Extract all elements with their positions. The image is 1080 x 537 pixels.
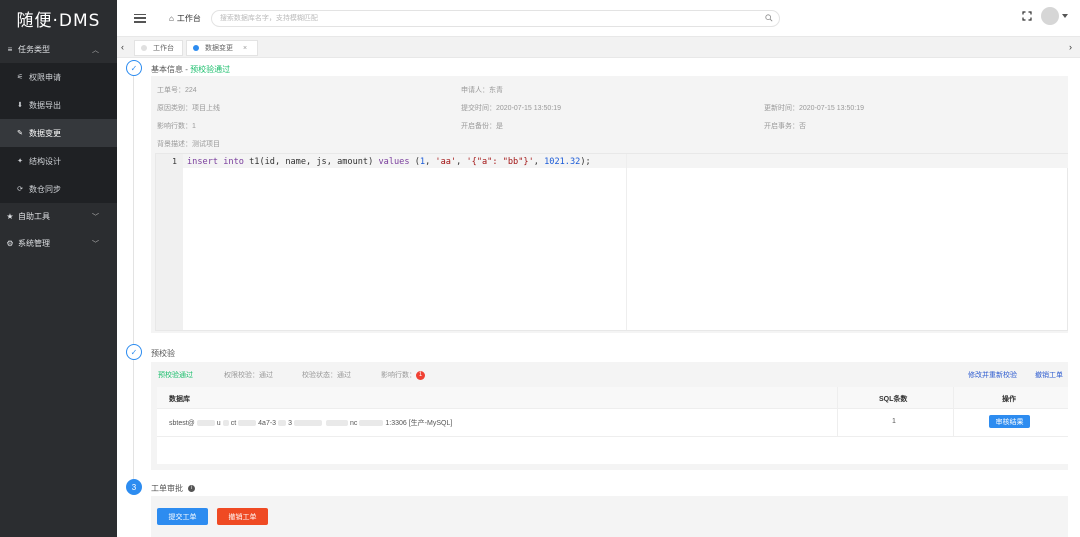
tab-data-change[interactable]: 数据变更 × — [186, 40, 258, 56]
tab-label: 工作台 — [153, 45, 174, 52]
star-icon: ★ — [6, 212, 14, 221]
download-icon: ⬇ — [17, 102, 23, 109]
editor-gutter: 1 — [156, 154, 183, 330]
table-header — [157, 387, 1068, 409]
tab-bar: ‹ 工作台 数据变更 × › — [117, 36, 1080, 58]
affected-rows: 影响行数：1 — [157, 123, 196, 130]
approval-panel — [151, 496, 1068, 537]
reason-type: 原因类别：项目上线 — [157, 105, 220, 112]
sidebar-group-self-service[interactable]: ★ 自助工具 ﹀ — [0, 203, 117, 230]
fullscreen-icon[interactable] — [1022, 11, 1032, 21]
sidebar-item-label: 数据变更 — [29, 128, 61, 138]
main-content: ✓ 基本信息 - 预校验通过 工单号：224 申请人：东青 原因类别：项目上线 … — [117, 58, 1080, 537]
applicant: 申请人：东青 — [461, 87, 503, 94]
breadcrumb-label: 工作台 — [176, 13, 201, 23]
step-connector — [133, 360, 134, 479]
chevron-left-icon[interactable]: ‹ — [121, 42, 124, 52]
rows-badge: 1 — [416, 370, 425, 380]
chevron-right-icon[interactable]: › — [1069, 42, 1072, 52]
update-time: 更新时间：2020-07-15 13:50:19 — [764, 105, 864, 112]
col-header-sql-count: SQL条数 — [879, 396, 908, 403]
sidebar-item-structure[interactable]: ✦ 结构设计 — [0, 147, 117, 175]
sidebar-group-label: 自助工具 — [18, 212, 50, 221]
col-divider — [953, 387, 954, 437]
structure-icon: ✦ — [17, 158, 23, 165]
line-number: 1 — [172, 157, 177, 166]
step-number-badge: 3 — [126, 479, 142, 495]
step-connector — [133, 76, 134, 344]
app-logo: 随便·DMS — [16, 10, 101, 31]
table-cell-sql-count: 1 — [892, 418, 896, 425]
sidebar-item-permission[interactable]: ⚟ 权限申请 — [0, 63, 117, 91]
sync-icon: ⟳ — [17, 186, 23, 193]
info-icon[interactable]: i — [188, 485, 196, 493]
row-divider — [157, 436, 1068, 437]
search-input[interactable]: 搜索数据库名字，支持模糊匹配 — [210, 9, 780, 27]
col-divider — [837, 387, 838, 437]
step-check-icon: ✓ — [126, 344, 142, 360]
sidebar-item-sync[interactable]: ⟳ 数仓同步 — [0, 175, 117, 203]
home-icon: ⌂ — [169, 13, 174, 23]
chevron-down-icon: ﹀ — [92, 240, 99, 248]
precheck-affected-rows: 影响行数： 1 — [381, 370, 425, 380]
submit-ticket-button[interactable]: 提交工单 — [157, 508, 208, 525]
sidebar-group-label: 任务类型 — [18, 45, 50, 54]
submit-time: 提交时间：2020-07-15 13:50:19 — [461, 105, 561, 112]
sql-editor[interactable]: 1 insert into t1(id, name, js, amount) v… — [155, 153, 1068, 331]
chevron-up-icon: ︿ — [92, 46, 99, 54]
cancel-ticket-button[interactable]: 撤销工单 — [217, 508, 268, 525]
sidebar-item-label: 结构设计 — [29, 156, 61, 166]
permission-check: 权限校验：通过 — [224, 372, 273, 379]
caret-down-icon[interactable] — [1062, 14, 1068, 18]
filter-icon: ⚟ — [16, 74, 24, 81]
enable-backup: 开启备份：是 — [461, 123, 503, 130]
sidebar-group-system[interactable]: ⚙ 系统管理 ﹀ — [0, 230, 117, 257]
tab-dot — [141, 45, 147, 51]
sql-code[interactable]: insert into t1(id, name, js, amount) val… — [187, 157, 591, 167]
chevron-down-icon: ﹀ — [92, 213, 99, 221]
check-status: 校验状态：通过 — [302, 372, 351, 379]
enable-transaction: 开启事务：否 — [764, 123, 806, 130]
avatar[interactable] — [1041, 7, 1059, 25]
sidebar-item-label: 数据导出 — [29, 100, 61, 110]
gear-icon: ⚙ — [6, 239, 14, 248]
table-row-database: sbtest@ u ct 4a7-3 3 nc 1:3306 [生产-MySQL] — [169, 420, 453, 427]
search-icon[interactable] — [765, 13, 773, 22]
tab-label: 数据变更 — [205, 45, 233, 52]
basic-info-title: 基本信息 - 预校验通过 — [151, 65, 231, 74]
sidebar: 随便·DMS ≡ 任务类型 ︿ ⚟ 权限申请 ⬇ 数据导出 ✎ 数据变更 ✦ 结… — [0, 0, 117, 537]
sidebar-item-label: 数仓同步 — [29, 184, 61, 194]
col-header-database: 数据库 — [169, 396, 190, 403]
review-result-button[interactable]: 审核结果 — [989, 415, 1030, 428]
precheck-title: 预校验 — [151, 349, 175, 358]
sidebar-group-task-types[interactable]: ≡ 任务类型 ︿ — [0, 36, 117, 63]
breadcrumb[interactable]: ⌂ 工作台 — [169, 13, 201, 24]
step-check-icon: ✓ — [126, 60, 142, 76]
edit-icon: ✎ — [17, 130, 23, 137]
close-icon[interactable]: × — [243, 45, 247, 52]
list-icon: ≡ — [7, 45, 13, 54]
background-desc: 背景描述：测试项目 — [157, 141, 220, 148]
cancel-ticket-link[interactable]: 撤销工单 — [1035, 370, 1063, 380]
precheck-table: 数据库 SQL条数 操作 sbtest@ u ct 4a7-3 3 nc 1:3306 [生… — [157, 387, 1068, 464]
menu-toggle-icon[interactable] — [134, 13, 146, 23]
approval-title: 工单审批 i — [151, 483, 196, 494]
sidebar-submenu: ⚟ 权限申请 ⬇ 数据导出 ✎ 数据变更 ✦ 结构设计 ⟳ 数仓同步 — [0, 63, 117, 203]
precheck-passed: 预校验通过 — [158, 372, 193, 379]
recheck-link[interactable]: 修改并重新校验 — [968, 370, 1017, 380]
basic-status: 预校验通过 — [190, 65, 231, 74]
sidebar-item-label: 权限申请 — [29, 72, 61, 82]
search-placeholder: 搜索数据库名字，支持模糊匹配 — [219, 15, 318, 22]
print-margin — [626, 154, 627, 330]
ticket-number: 工单号：224 — [157, 87, 197, 94]
sidebar-group-label: 系统管理 — [18, 239, 50, 248]
top-bar: ⌂ 工作台 搜索数据库名字，支持模糊匹配 — [117, 0, 1080, 36]
col-header-action: 操作 — [1002, 396, 1016, 403]
sidebar-item-export[interactable]: ⬇ 数据导出 — [0, 91, 117, 119]
sidebar-item-data-change[interactable]: ✎ 数据变更 — [0, 119, 117, 147]
tab-dot — [193, 45, 199, 51]
tab-workbench[interactable]: 工作台 — [134, 40, 183, 56]
